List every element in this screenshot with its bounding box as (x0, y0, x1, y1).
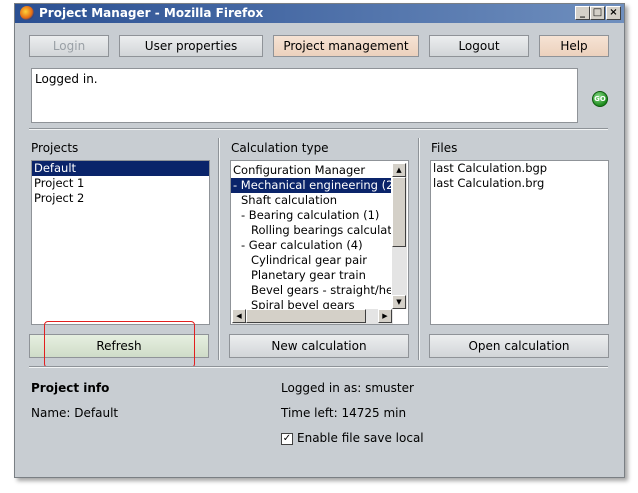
firefox-logo-icon (20, 6, 34, 20)
time-left: Time left: 14725 min (281, 406, 407, 420)
list-item[interactable]: Rolling bearings calculati (231, 223, 391, 238)
list-item[interactable]: Project 1 (32, 176, 209, 191)
firefox-window: Project Manager - Mozilla Firefox _ □ × … (14, 3, 625, 478)
projects-heading: Projects (31, 141, 79, 155)
list-item[interactable]: - Bearing calculation (1) (231, 208, 391, 223)
project-info-heading: Project info (31, 381, 110, 395)
list-item[interactable]: Configuration Manager (231, 163, 391, 178)
scroll-up-icon[interactable]: ▲ (392, 163, 406, 177)
title-bar: Project Manager - Mozilla Firefox _ □ × (15, 4, 624, 23)
user-properties-button[interactable]: User properties (119, 35, 263, 57)
list-item[interactable]: Planetary gear train (231, 268, 391, 283)
new-calculation-button[interactable]: New calculation (229, 334, 409, 358)
horizontal-scrollbar[interactable]: ◀ ▶ (232, 309, 393, 324)
list-item[interactable]: last Calculation.bgp (431, 161, 608, 176)
minimize-button[interactable]: _ (575, 6, 590, 20)
list-item[interactable]: Spiral bevel gears (231, 298, 391, 309)
divider (29, 366, 608, 368)
status-box: Logged in. (31, 68, 578, 123)
list-item[interactable]: - Mechanical engineering (27 (231, 178, 391, 193)
list-item[interactable]: last Calculation.brg (431, 176, 608, 191)
list-item[interactable]: Shaft calculation (231, 193, 391, 208)
calculation-type-tree[interactable]: Configuration Manager - Mechanical engin… (230, 160, 409, 325)
divider (418, 138, 420, 360)
login-button[interactable]: Login (29, 35, 109, 57)
maximize-button[interactable]: □ (590, 6, 605, 20)
list-item[interactable]: Default (32, 161, 209, 176)
scroll-thumb[interactable] (392, 177, 406, 247)
list-item[interactable]: Project 2 (32, 191, 209, 206)
close-button[interactable]: × (606, 6, 621, 20)
scroll-right-icon[interactable]: ▶ (378, 309, 392, 323)
save-local-label[interactable]: Enable file save local (297, 431, 424, 445)
open-calculation-button[interactable]: Open calculation (429, 334, 609, 358)
divider (218, 138, 220, 360)
logout-button[interactable]: Logout (429, 35, 529, 57)
projects-list[interactable]: Default Project 1 Project 2 (31, 160, 210, 325)
window-title: Project Manager - Mozilla Firefox (39, 6, 264, 20)
vertical-scrollbar[interactable]: ▲ ▼ (392, 163, 407, 309)
status-text: Logged in. (35, 72, 98, 86)
scroll-thumb[interactable] (246, 309, 366, 323)
highlight-annotation (44, 321, 195, 368)
scroll-left-icon[interactable]: ◀ (232, 309, 246, 323)
list-item[interactable]: Cylindrical gear pair (231, 253, 391, 268)
calculation-type-heading: Calculation type (231, 141, 329, 155)
files-list[interactable]: last Calculation.bgp last Calculation.br… (430, 160, 609, 325)
divider (29, 128, 608, 130)
project-management-button[interactable]: Project management (273, 35, 419, 57)
files-heading: Files (431, 141, 458, 155)
project-name: Name: Default (31, 406, 119, 420)
scroll-down-icon[interactable]: ▼ (392, 295, 406, 309)
list-item[interactable]: Bevel gears - straight/heli (231, 283, 391, 298)
help-button[interactable]: Help (539, 35, 609, 57)
logged-in-as: Logged in as: smuster (281, 381, 414, 395)
save-local-checkbox[interactable]: ✓ (281, 433, 293, 445)
go-icon[interactable]: GO (592, 91, 608, 107)
list-item[interactable]: - Gear calculation (4) (231, 238, 391, 253)
